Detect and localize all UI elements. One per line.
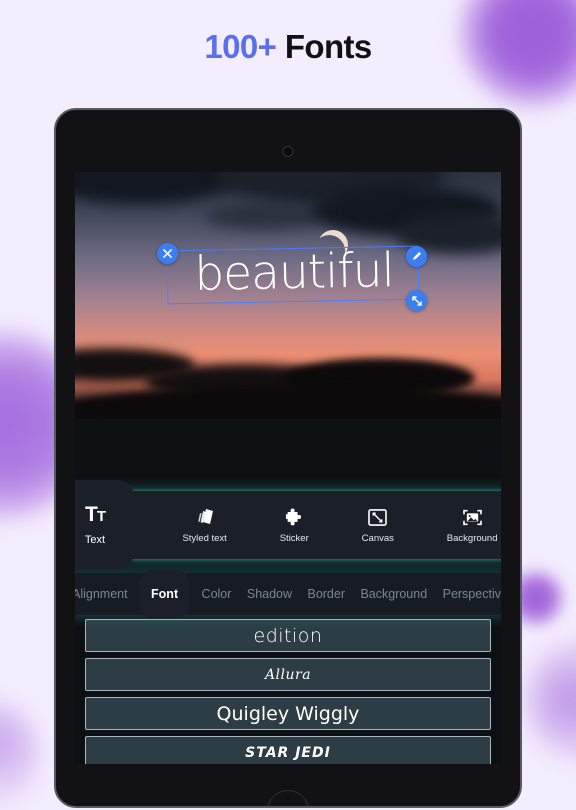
subtab-color[interactable]: Color (202, 587, 232, 601)
puzzle-piece-icon (285, 506, 304, 526)
toolbar-item-label: Canvas (361, 533, 394, 544)
toolbar-item-label: Background (446, 533, 498, 544)
tablet-screen: beautiful edition Allura Quigley Wiggly … (75, 172, 501, 764)
subtab-shadow[interactable]: Shadow (247, 587, 292, 601)
font-name: Allura (264, 666, 312, 683)
resize-diagonal-icon[interactable] (406, 290, 427, 311)
font-list-item[interactable]: Quigley Wiggly (85, 697, 491, 730)
decorative-blob-right-lower (526, 640, 576, 760)
toolbar-item-text-active[interactable]: TT Text (75, 480, 134, 569)
subtab-alignment[interactable]: Alignment (75, 587, 128, 601)
tablet-device-frame: beautiful edition Allura Quigley Wiggly … (54, 108, 522, 808)
toolbar-item-label: Text (84, 533, 106, 546)
pencil-icon[interactable] (406, 246, 427, 267)
home-button[interactable] (267, 790, 309, 806)
image-background-icon (462, 506, 482, 526)
page-title-rest: Fonts (276, 28, 372, 65)
toolbar-item-label: Styled text (182, 533, 227, 544)
toolbar-item-label: Sticker (279, 533, 309, 544)
font-name: Quigley Wiggly (216, 702, 360, 725)
font-name: edition (253, 624, 323, 647)
page-title-accent: 100+ (204, 28, 277, 65)
text-tt-icon: TT (85, 502, 106, 526)
close-icon[interactable] (157, 243, 178, 264)
styled-text-icon (195, 506, 215, 526)
editor-toolbar: Styled text Sticker Canvas Background (75, 491, 501, 559)
toolbar-item-background[interactable]: Background (447, 506, 498, 544)
canvas-text-layer[interactable]: beautiful (168, 242, 419, 305)
subtab-border[interactable]: Border (307, 587, 345, 601)
toolbar-item-canvas[interactable]: Canvas (362, 506, 394, 544)
canvas-frame-icon (368, 506, 388, 526)
cloud-shape (205, 204, 325, 230)
font-list-item[interactable]: STAR JEDI (85, 736, 491, 764)
editor-subtab-bar: Alignment Font Color Shadow Border Backg… (75, 570, 501, 618)
cloud-shape (75, 386, 501, 419)
font-list-item[interactable]: Allura (85, 658, 491, 691)
text-tt-icon-small: T (96, 507, 106, 525)
decorative-blob-bottom-left (0, 700, 40, 810)
subtab-font[interactable]: Font (140, 570, 190, 618)
subtab-perspective[interactable]: Perspective (443, 587, 501, 601)
photo-canvas[interactable]: beautiful (75, 172, 501, 419)
font-list[interactable]: edition Allura Quigley Wiggly STAR JEDI (75, 601, 501, 764)
editor-panel-area: edition Allura Quigley Wiggly STAR JEDI … (75, 419, 501, 764)
toolbar-item-sticker[interactable]: Sticker (280, 506, 309, 544)
page-title: 100+ Fonts (0, 28, 576, 66)
font-list-item[interactable]: edition (85, 619, 491, 652)
subtab-background[interactable]: Background (360, 587, 427, 601)
font-name: STAR JEDI (245, 744, 331, 761)
toolbar-item-styled-text[interactable]: Styled text (182, 506, 227, 544)
front-camera-icon (282, 146, 294, 157)
